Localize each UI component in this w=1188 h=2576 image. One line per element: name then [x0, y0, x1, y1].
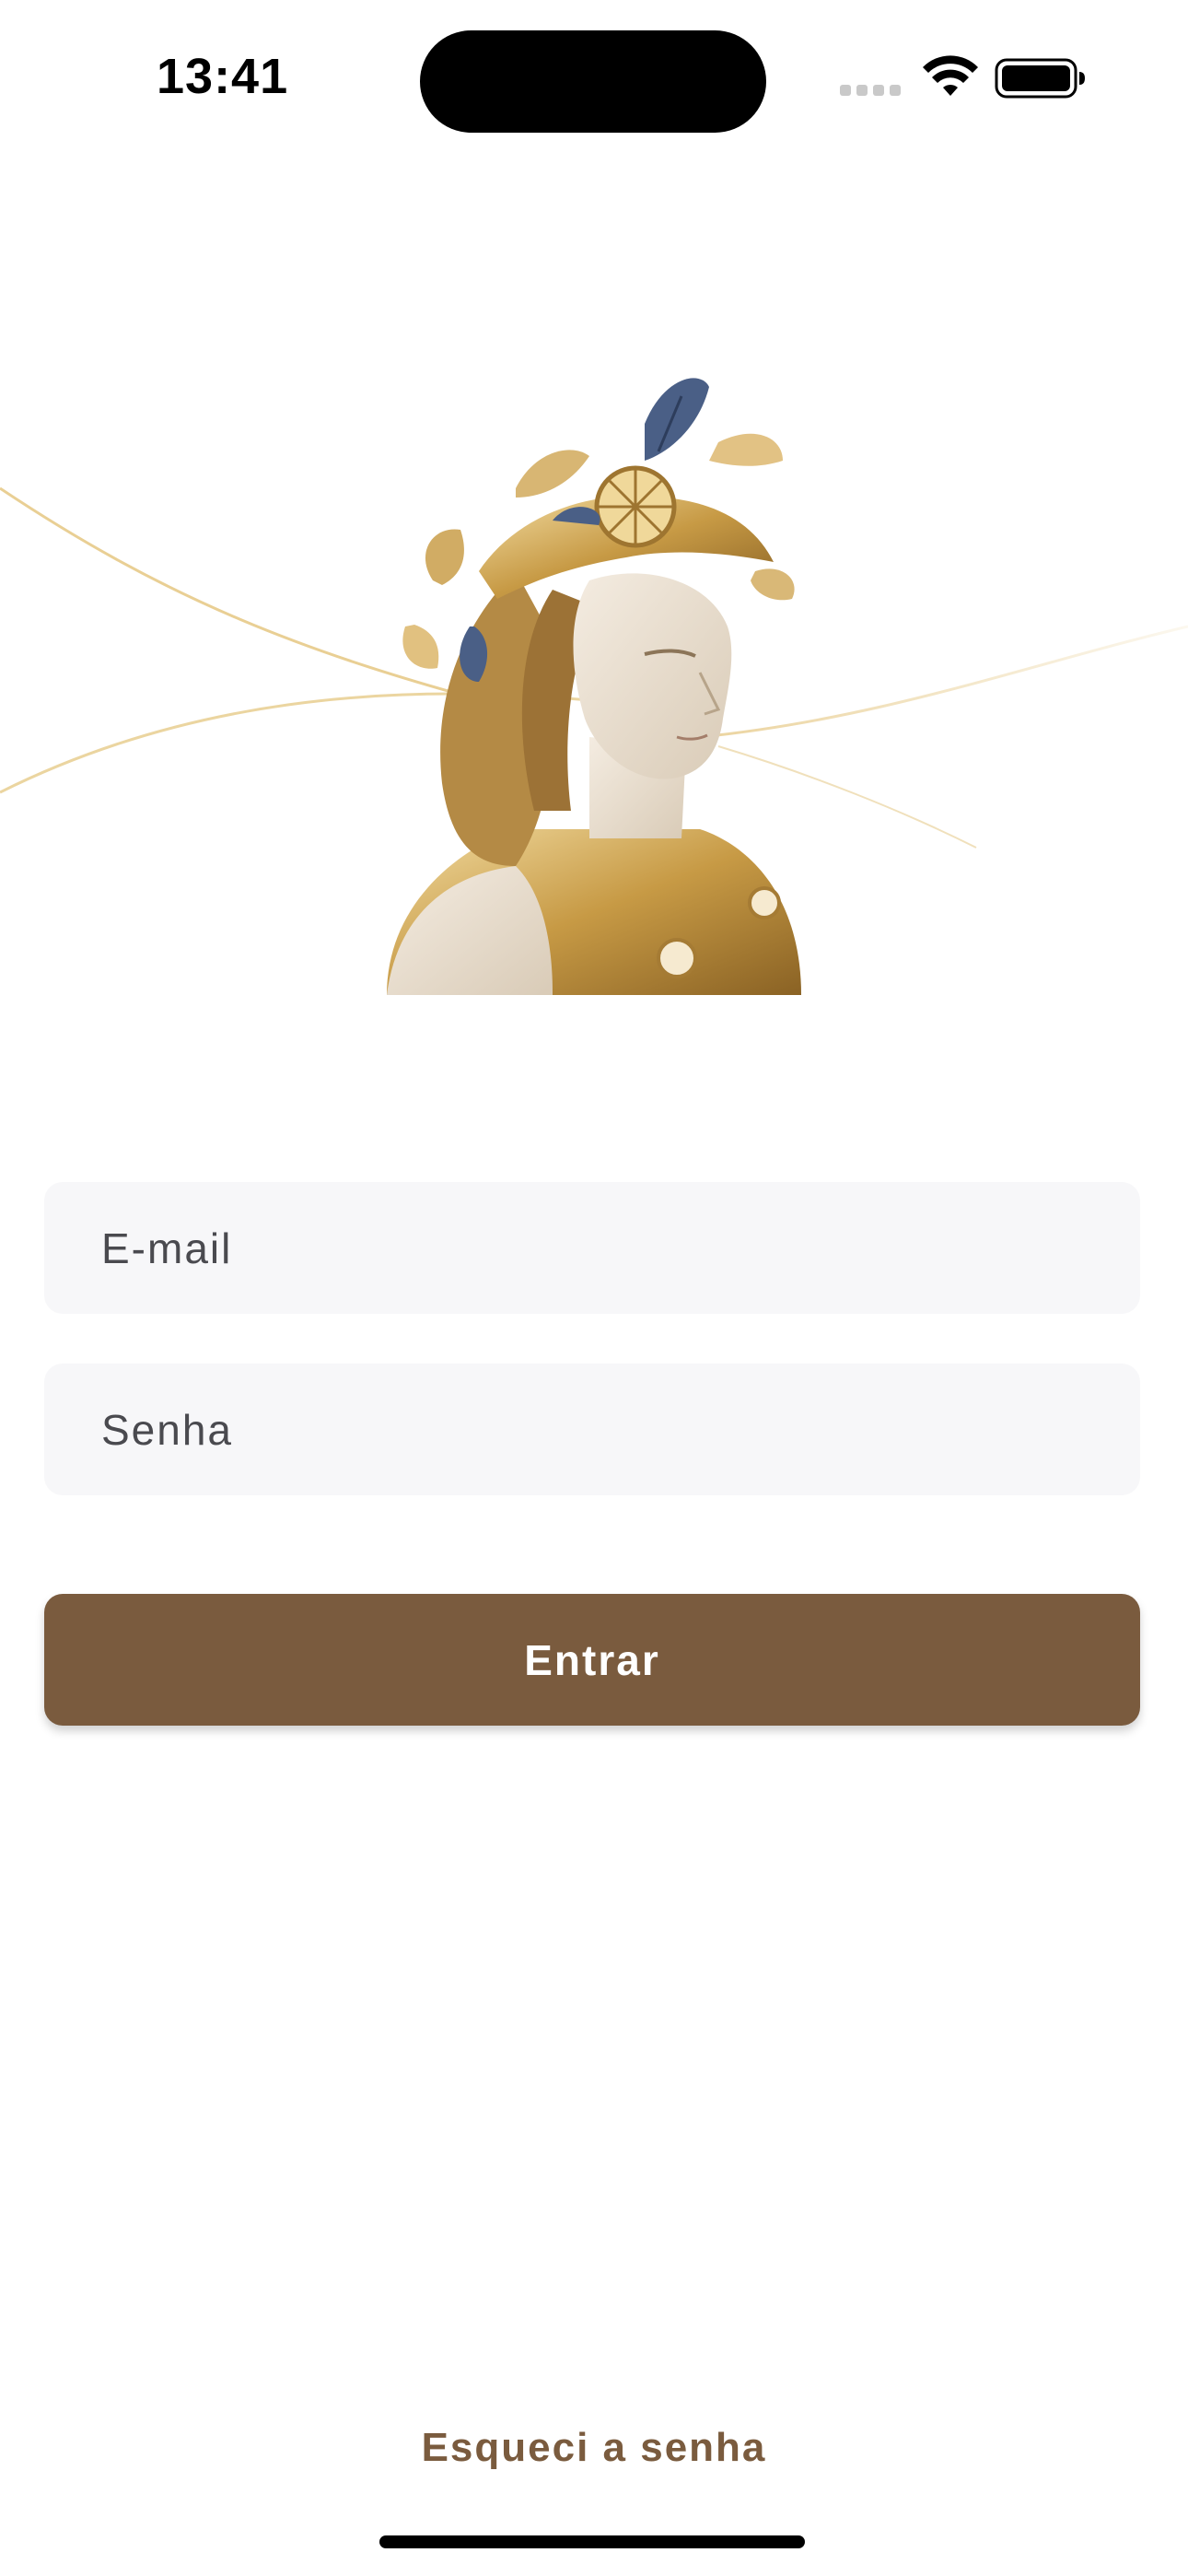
athena-bust-illustration: [0, 378, 1188, 995]
signal-icon: [840, 85, 904, 98]
email-field[interactable]: [44, 1181, 1140, 1315]
password-field[interactable]: [44, 1363, 1140, 1496]
hero-section: [0, 350, 1188, 1050]
login-button[interactable]: Entrar: [44, 1594, 1140, 1726]
status-bar: 13:41: [0, 0, 1188, 157]
wifi-icon: [923, 55, 978, 96]
forgot-password-link[interactable]: Esqueci a senha: [0, 2425, 1188, 2471]
email-input[interactable]: [99, 1181, 1140, 1315]
status-time: 13:41: [157, 49, 289, 104]
password-input[interactable]: [99, 1363, 1140, 1496]
home-indicator[interactable]: [379, 2535, 805, 2548]
battery-icon: [995, 58, 1085, 99]
dynamic-island: [420, 30, 766, 133]
